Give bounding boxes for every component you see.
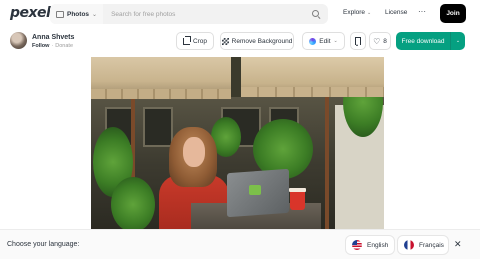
like-button[interactable]: ♡ 8	[369, 32, 391, 50]
donate-link[interactable]: Donate	[55, 43, 73, 49]
photo-window	[143, 107, 173, 147]
author-links: Follow · Donate	[32, 43, 73, 49]
join-button[interactable]: Join	[440, 4, 466, 23]
top-header: pexels Photos ⌄ Search for free photos E…	[0, 0, 480, 28]
separator-dot: ·	[51, 43, 54, 49]
chevron-down-icon: ⌄	[92, 11, 98, 18]
main-photo[interactable]	[91, 57, 384, 229]
license-link[interactable]: License	[385, 9, 407, 16]
photo-laptop-sticker	[249, 185, 261, 195]
image-icon	[56, 10, 64, 18]
photo-umbrella	[91, 57, 231, 99]
france-flag-icon	[404, 240, 414, 250]
crop-button[interactable]: Crop	[176, 32, 214, 50]
crop-icon	[182, 35, 191, 45]
photo-plant	[111, 177, 155, 229]
search-bar[interactable]: Photos ⌄ Search for free photos	[50, 4, 328, 24]
bookmark-icon	[355, 37, 361, 46]
english-language-button[interactable]: English	[345, 235, 395, 255]
more-menu-icon[interactable]: ···	[418, 7, 426, 16]
chevron-down-icon: ⌄	[367, 10, 372, 16]
photo-cup	[289, 188, 306, 210]
free-download-label[interactable]: Free download	[396, 38, 450, 45]
search-icon[interactable]	[312, 9, 321, 19]
search-type-label: Photos	[67, 10, 90, 18]
us-flag-icon	[352, 240, 362, 250]
explore-menu[interactable]: Explore ⌄	[343, 9, 371, 16]
photo-person-face	[183, 137, 205, 167]
french-language-button[interactable]: Français	[397, 235, 449, 255]
french-label: Français	[419, 241, 444, 249]
language-prompt: Choose your language:	[7, 241, 80, 248]
author-name[interactable]: Anna Shvets	[32, 34, 74, 41]
photo-umbrella	[241, 57, 384, 97]
heart-icon: ♡	[373, 36, 381, 46]
search-type-dropdown[interactable]: Photos ⌄	[50, 4, 104, 24]
bookmark-button[interactable]	[350, 32, 366, 50]
explore-label: Explore	[343, 9, 366, 16]
edit-button[interactable]: Edit ⌄	[302, 32, 345, 50]
free-download-button[interactable]: Free download ⌄	[396, 32, 465, 50]
remove-background-label: Remove Background	[231, 37, 293, 45]
chevron-down-icon: ⌄	[333, 38, 338, 44]
search-input[interactable]: Search for free photos	[111, 11, 312, 18]
language-bar: Choose your language: English Français ✕	[0, 229, 480, 259]
like-count: 8	[383, 37, 387, 45]
edit-magic-icon	[309, 37, 317, 45]
english-label: English	[367, 241, 389, 249]
follow-link[interactable]: Follow	[32, 43, 49, 49]
author-avatar[interactable]	[10, 32, 27, 49]
edit-label: Edit	[319, 37, 331, 45]
remove-background-button[interactable]: Remove Background	[220, 32, 294, 50]
crop-label: Crop	[192, 37, 208, 45]
chevron-down-icon[interactable]: ⌄	[451, 38, 465, 44]
checkerboard-icon	[221, 37, 229, 45]
photo-beam	[325, 95, 329, 229]
close-icon[interactable]: ✕	[454, 239, 462, 250]
